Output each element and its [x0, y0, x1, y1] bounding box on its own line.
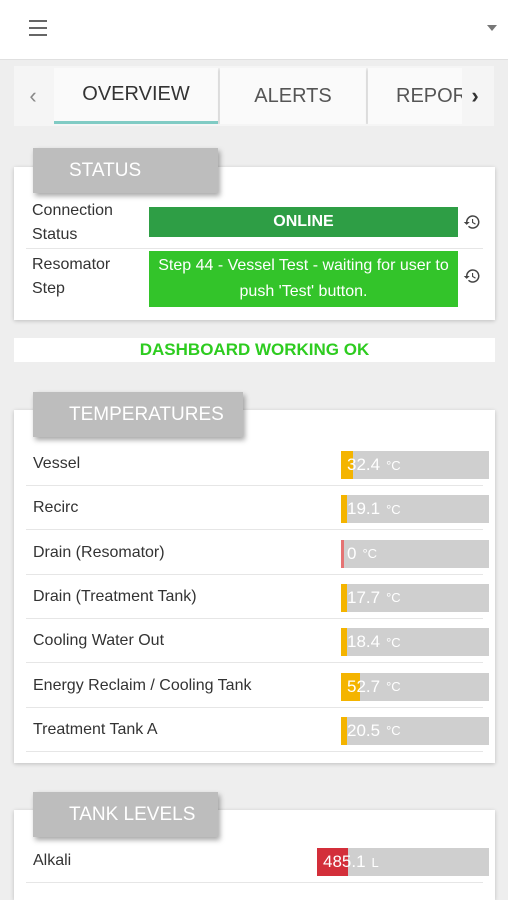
temperature-label: Vessel — [33, 455, 81, 472]
temperature-unit: °C — [386, 501, 401, 517]
temperature-gauge: 32.4 °C — [341, 451, 489, 479]
temperature-value: 52.7 — [347, 676, 381, 696]
temperature-label: Energy Reclaim / Cooling Tank — [33, 676, 252, 694]
temperature-row: Recirc 19.1 °C — [26, 486, 489, 531]
temperature-value: 20.5 — [347, 720, 381, 740]
caret-down-icon[interactable] — [487, 25, 497, 31]
temperature-value: 0 — [347, 543, 357, 563]
temperature-gauge: 52.7 °C — [341, 672, 489, 701]
status-row-resomator-step: Resomator Step Step 44 - Vessel Test - w… — [26, 249, 483, 309]
temperature-gauge: 0 °C — [341, 539, 489, 568]
temperature-label: Recirc — [33, 499, 79, 517]
chevron-right-icon[interactable]: › — [462, 66, 488, 126]
tab-alerts[interactable]: ALERTS — [220, 68, 366, 124]
dashboard-status-banner: DASHBOARD WORKING OK — [14, 338, 495, 362]
temperature-gauge: 17.7 °C — [341, 583, 489, 612]
temperature-row: Drain (Treatment Tank) 17.7 °C — [26, 575, 489, 619]
temperature-gauge: 19.1 °C — [341, 495, 489, 524]
temperature-label: Cooling Water Out — [33, 632, 165, 650]
tank-level-value: 485.1 — [323, 852, 366, 871]
top-app-bar — [0, 0, 508, 60]
temperature-gauge: 20.5 °C — [341, 716, 489, 745]
temperature-row: Drain (Resomator) 0 °C — [26, 531, 489, 575]
temperature-row: Treatment Tank A 20.5 °C — [26, 708, 489, 752]
hamburger-icon[interactable] — [29, 18, 47, 38]
status-label: Resomator Step — [32, 256, 111, 297]
chevron-left-icon[interactable]: ‹ — [14, 66, 52, 126]
status-title: STATUS — [33, 148, 218, 193]
status-label: Connection Status — [32, 202, 113, 243]
tank-level-unit: L — [371, 854, 379, 870]
temperature-unit: °C — [386, 723, 401, 739]
resomator-step-value: Step 44 - Vessel Test - waiting for user… — [149, 251, 458, 307]
temperature-unit: °C — [386, 679, 401, 694]
temperature-unit: °C — [386, 590, 401, 606]
tab-strip: OVERVIEW ALERTS REPOR — [54, 68, 468, 124]
tank-level-label: Alkali — [33, 852, 72, 869]
tank-level-gauge: 485.1 L — [317, 848, 489, 876]
temperature-row: Cooling Water Out 18.4 °C — [26, 619, 489, 664]
tab-bar: ‹ OVERVIEW ALERTS REPOR › — [14, 66, 494, 126]
temperature-value: 19.1 — [347, 499, 381, 519]
temperatures-card: Vessel 32.4 °C Recirc 19.1 °C Drain (Resomator… — [14, 410, 495, 763]
temperature-unit: °C — [386, 457, 401, 473]
tab-overview[interactable]: OVERVIEW — [54, 68, 218, 124]
temperature-unit: °C — [386, 634, 401, 650]
temperatures-title: TEMPERATURES — [33, 392, 243, 437]
temperature-row: Vessel 32.4 °C — [26, 442, 489, 486]
temperature-unit: °C — [362, 546, 378, 562]
temperature-gauge: 18.4 °C — [341, 628, 489, 657]
connection-status-value: ONLINE — [149, 207, 458, 237]
temperature-label: Drain (Resomator) — [33, 543, 165, 561]
temperature-value: 17.7 — [347, 587, 381, 607]
history-icon[interactable] — [463, 267, 481, 285]
temperature-row: Energy Reclaim / Cooling Tank 52.7 °C — [26, 664, 489, 708]
temperature-value: 18.4 — [347, 632, 381, 652]
tab-reports[interactable]: REPOR — [368, 68, 468, 124]
history-icon[interactable] — [463, 213, 481, 231]
temperature-label: Treatment Tank A — [33, 720, 158, 738]
tank-levels-title: TANK LEVELS — [33, 792, 218, 837]
temperature-value: 32.4 — [347, 455, 381, 474]
status-row-connection: Connection Status ONLINE — [26, 197, 483, 249]
temperature-label: Drain (Treatment Tank) — [33, 587, 197, 605]
tank-level-row: Alkali 485.1 L — [26, 839, 489, 883]
temperature-gauge-fill — [341, 539, 344, 568]
